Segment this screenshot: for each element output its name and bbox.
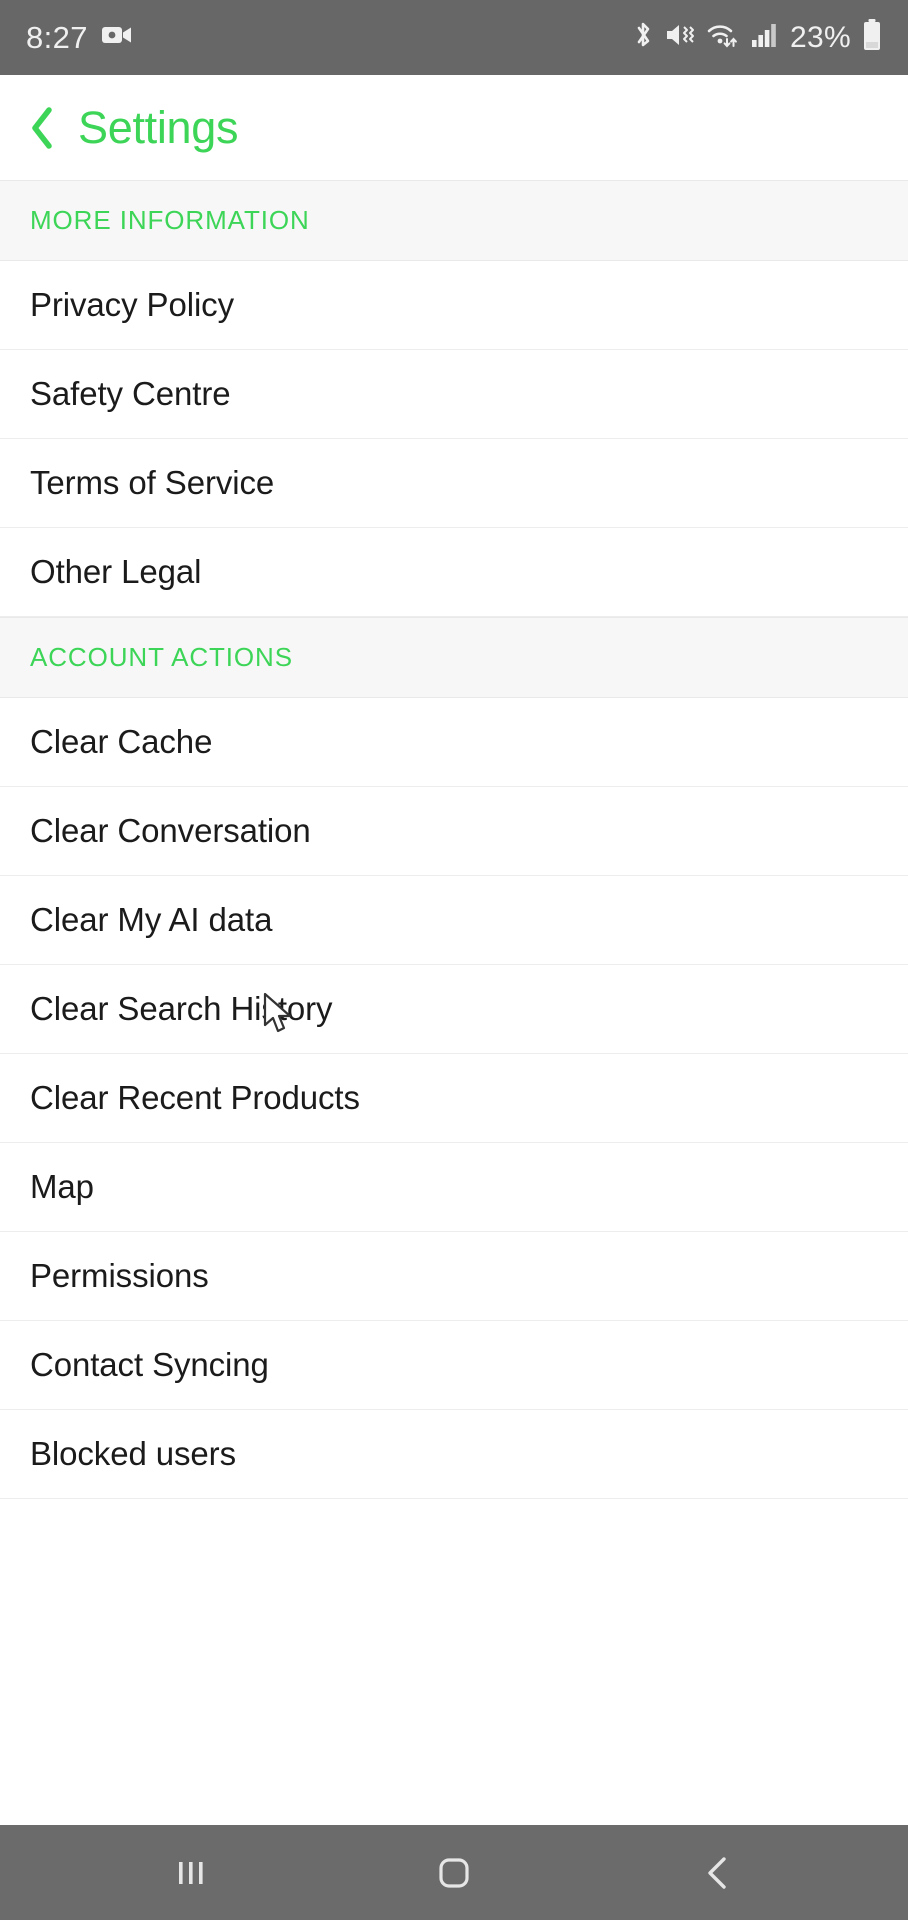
list-item-label: Terms of Service [30,464,275,501]
status-bar: 8:27 23% [0,0,908,75]
page-title: Settings [78,102,239,153]
cellular-signal-icon [751,22,779,53]
list-item-label: Clear Search History [30,990,333,1027]
list-item-permissions[interactable]: Permissions [0,1232,908,1321]
battery-icon [862,19,882,56]
list-item-label: Other Legal [30,553,202,590]
status-bar-right: 23% [632,19,882,56]
chevron-left-icon[interactable] [22,103,62,153]
settings-screen: 8:27 23% Settings MORE INFORMATION Priva… [0,0,908,1920]
section-header-label: MORE INFORMATION [30,205,310,235]
settings-list: MORE INFORMATION Privacy Policy Safety C… [0,180,908,1825]
home-square-icon [439,1857,469,1888]
list-item-clear-recent-products[interactable]: Clear Recent Products [0,1054,908,1143]
list-item-label: Safety Centre [30,375,231,412]
list-item-other-legal[interactable]: Other Legal [0,528,908,617]
vibrate-mute-icon [665,21,695,54]
section-header-account-actions: ACCOUNT ACTIONS [0,617,908,698]
section-header-label: ACCOUNT ACTIONS [30,642,293,672]
list-item-terms-of-service[interactable]: Terms of Service [0,439,908,528]
list-item-clear-search-history[interactable]: Clear Search History [0,965,908,1054]
list-item-label: Clear Recent Products [30,1079,360,1116]
battery-percent-label: 23% [790,20,851,54]
list-item-label: Clear Conversation [30,812,311,849]
list-item-privacy-policy[interactable]: Privacy Policy [0,261,908,350]
wifi-transfer-icon [706,21,740,54]
list-item-map[interactable]: Map [0,1143,908,1232]
list-item-clear-cache[interactable]: Clear Cache [0,698,908,787]
list-item-blocked-users[interactable]: Blocked users [0,1410,908,1499]
back-button[interactable] [657,1825,777,1920]
list-item-safety-centre[interactable]: Safety Centre [0,350,908,439]
list-item-contact-syncing[interactable]: Contact Syncing [0,1321,908,1410]
chevron-left-icon [707,1856,726,1889]
list-item-label: Privacy Policy [30,286,234,323]
list-item-label: Clear Cache [30,723,213,760]
list-item-label: Map [30,1168,94,1205]
page-header: Settings [0,75,908,180]
recents-button[interactable] [131,1825,251,1920]
recents-icon [179,1861,203,1884]
home-button[interactable] [394,1825,514,1920]
list-item-label: Contact Syncing [30,1346,269,1383]
list-item-clear-my-ai-data[interactable]: Clear My AI data [0,876,908,965]
list-item-label: Blocked users [30,1435,236,1472]
screen-record-icon [101,24,132,51]
bluetooth-icon [632,20,654,55]
list-item-label: Clear My AI data [30,901,273,938]
android-navigation-bar [0,1825,908,1920]
list-item-clear-conversation[interactable]: Clear Conversation [0,787,908,876]
status-bar-left: 8:27 [26,20,132,56]
status-bar-clock: 8:27 [26,19,88,55]
section-header-more-information: MORE INFORMATION [0,180,908,261]
list-item-label: Permissions [30,1257,209,1294]
